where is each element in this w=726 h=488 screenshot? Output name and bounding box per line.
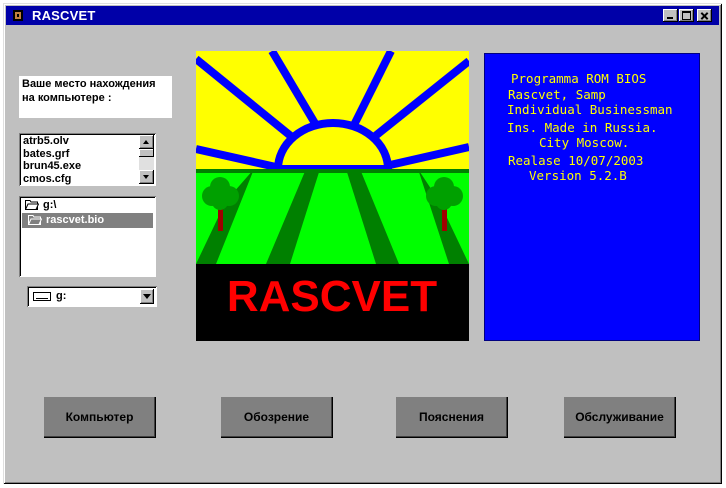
window-title: RASCVET: [32, 8, 96, 23]
directory-item-label: rascvet.bio: [46, 214, 105, 226]
open-folder-icon: [25, 199, 39, 210]
info-panel: Programma ROM BIOS Rascvet, Samp Individ…: [484, 53, 700, 341]
open-folder-icon: [28, 214, 42, 225]
info-line: Ins. Made in Russia.: [507, 120, 658, 135]
overview-button[interactable]: Обозрение: [220, 396, 333, 438]
explanations-button[interactable]: Пояснения: [395, 396, 508, 438]
drive-select[interactable]: g:: [27, 286, 157, 307]
info-line: Version 5.2.B: [529, 168, 627, 183]
close-button[interactable]: [697, 9, 712, 22]
computer-button[interactable]: Компьютер: [43, 396, 156, 438]
drive-select-value: g:: [56, 290, 67, 302]
logo-text: RASCVET: [227, 272, 437, 321]
file-list-scrollbar[interactable]: [139, 135, 154, 184]
file-list[interactable]: atrb5.olv bates.grf brun45.exe cmos.cfg: [19, 133, 156, 186]
rascvet-logo: RASCVET: [196, 51, 469, 341]
directory-item-label: g:\: [43, 199, 57, 211]
list-item[interactable]: atrb5.olv: [23, 135, 81, 148]
title-bar[interactable]: RASCVET: [6, 6, 719, 25]
app-icon[interactable]: [10, 8, 26, 23]
list-item[interactable]: bates.grf: [23, 148, 81, 161]
directory-item-selected[interactable]: rascvet.bio: [22, 213, 153, 228]
minimize-button[interactable]: [663, 9, 678, 22]
list-item[interactable]: brun45.exe: [23, 160, 81, 173]
info-line: Programma ROM BIOS: [511, 71, 647, 86]
maintenance-button[interactable]: Обслуживание: [563, 396, 676, 438]
chevron-down-icon[interactable]: [140, 289, 154, 304]
maximize-button[interactable]: [679, 9, 694, 22]
info-line: Rascvet, Samp: [508, 87, 606, 102]
main-window: RASCVET Ваше место нахождения на компьют…: [3, 3, 722, 484]
info-line: City Moscow.: [539, 135, 630, 150]
location-label: Ваше место нахождения на компьютере :: [19, 76, 172, 118]
scroll-thumb[interactable]: [139, 149, 154, 157]
location-label-line1: Ваше место нахождения: [22, 78, 156, 90]
location-label-line2: на компьютере :: [22, 92, 112, 104]
info-line: Individual Businessman: [507, 102, 673, 117]
scroll-down-button[interactable]: [139, 170, 154, 184]
scroll-up-button[interactable]: [139, 135, 154, 149]
drive-icon: [33, 292, 51, 301]
list-item[interactable]: cmos.cfg: [23, 173, 81, 186]
directory-tree[interactable]: g:\ rascvet.bio: [19, 196, 156, 277]
directory-item-root[interactable]: g:\: [25, 198, 56, 213]
info-line: Realase 10/07/2003: [508, 153, 644, 168]
